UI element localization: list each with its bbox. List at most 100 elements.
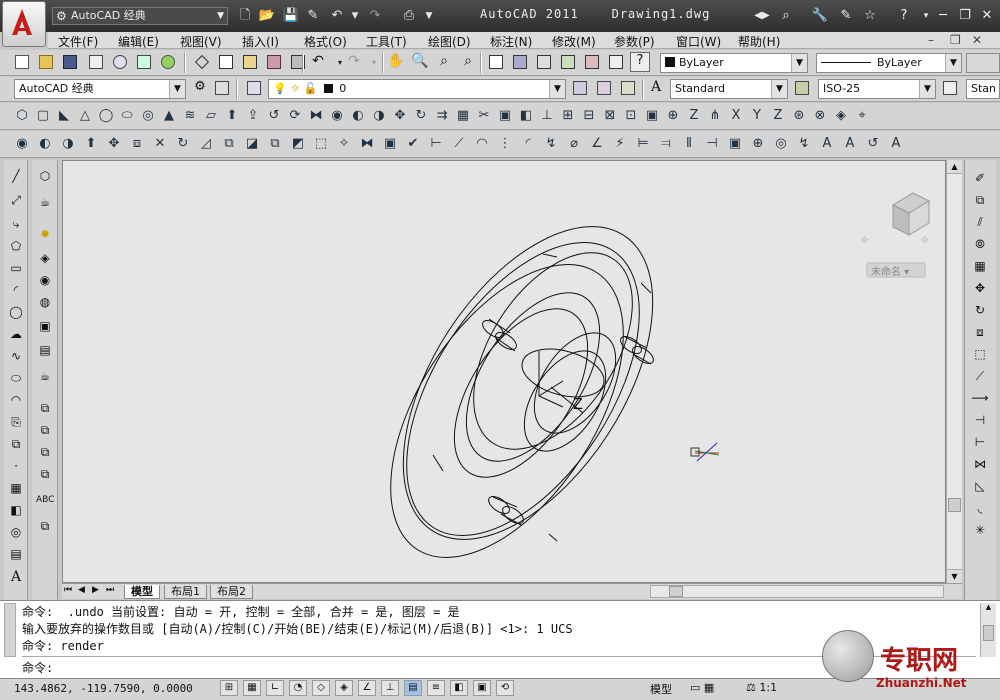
redo-toolbar-icon[interactable]: ↷ (344, 52, 364, 72)
break-at-point-icon[interactable]: ⊣ (970, 412, 990, 432)
materials-icon[interactable]: ◈ (35, 250, 55, 270)
object-snap-tracking-icon[interactable]: ∠ (358, 680, 376, 696)
undo-dropdown-icon[interactable]: ▾ (346, 7, 364, 25)
selection-cycling-icon[interactable]: ⟲ (496, 680, 514, 696)
rectangle-icon[interactable]: ▭ (6, 260, 26, 280)
dim-style-edit-icon[interactable]: A (886, 134, 906, 154)
application-menu-button[interactable]: ▾ (2, 1, 46, 47)
horizontal-scroll-thumb[interactable] (669, 586, 683, 597)
dynamic-input-icon[interactable]: ▤ (404, 680, 422, 696)
fillet-icon[interactable]: ◟ (970, 500, 990, 520)
erase-icon[interactable]: ✐ (970, 170, 990, 190)
quickcalc-icon[interactable] (606, 52, 626, 72)
minimize-button[interactable]: ─ (932, 6, 954, 26)
open-icon[interactable]: 📂 (258, 7, 276, 25)
command-window-grip[interactable] (4, 603, 16, 657)
move-icon[interactable]: ✥ (970, 280, 990, 300)
linear-dim-icon[interactable]: ⊢ (426, 134, 446, 154)
quick-dim-icon[interactable]: ⚡ (610, 134, 630, 154)
mirror-icon[interactable]: ⫽ (970, 214, 990, 234)
copy-icon[interactable] (216, 52, 236, 72)
menu-window[interactable]: 窗口(W) (676, 33, 721, 50)
color-faces-icon[interactable]: ◪ (242, 134, 262, 154)
coordinate-readout[interactable]: 143.4862, -119.7590, 0.0000 (14, 682, 193, 695)
ucs-previous-icon[interactable]: ⊟ (579, 106, 599, 126)
cylinder-icon[interactable]: ⬭ (117, 106, 137, 126)
render-window-icon[interactable]: ▤ (35, 342, 55, 362)
extrude-faces-icon[interactable]: ⬆ (81, 134, 101, 154)
cut-icon[interactable] (192, 52, 212, 72)
command-prompt[interactable]: 命令: (22, 659, 53, 676)
polygon-icon[interactable]: ⬠ (6, 238, 26, 258)
table-style-control[interactable]: Stan (966, 79, 1000, 99)
line-icon[interactable]: ╱ (6, 168, 26, 188)
undo-icon[interactable]: ↶ (328, 7, 346, 25)
tool-palettes-icon[interactable] (534, 52, 554, 72)
communication-center-icon[interactable]: ✎ (836, 7, 856, 25)
navigate-icon[interactable]: ⌖ (852, 106, 872, 126)
3d-array-icon[interactable]: ▦ (453, 106, 473, 126)
wrench-icon[interactable]: 🔧 (810, 7, 830, 25)
text-style-control[interactable]: Standard ▼ (670, 79, 788, 99)
lineweight-control[interactable] (966, 53, 1000, 73)
dynamic-ucs-icon[interactable]: ⊥ (381, 680, 399, 696)
insert-block-icon[interactable]: ⎘ (6, 414, 26, 434)
scale-icon[interactable]: ⧈ (970, 324, 990, 344)
center-mark-icon[interactable]: ⊕ (748, 134, 768, 154)
scroll-up-icon[interactable]: ▲ (981, 603, 996, 611)
move-faces-icon[interactable]: ✥ (104, 134, 124, 154)
spline-icon[interactable]: ∿ (6, 348, 26, 368)
zoom-previous-icon[interactable]: ⌕ (458, 52, 478, 72)
union-icon[interactable]: ◉ (327, 106, 347, 126)
flatshot-icon[interactable]: ◧ (516, 106, 536, 126)
lineweight-icon[interactable]: ≡ (427, 680, 445, 696)
zoom-realtime-icon[interactable]: 🔍 (410, 52, 430, 72)
radius-icon[interactable]: ◜ (518, 134, 538, 154)
slice-icon[interactable]: ✂ (474, 106, 494, 126)
dim-update-icon[interactable]: ↺ (863, 134, 883, 154)
rotate-icon[interactable]: ↻ (970, 302, 990, 322)
section-icon[interactable]: ▣ (495, 106, 515, 126)
3d-move-icon[interactable]: ✥ (390, 106, 410, 126)
arc-length-icon[interactable]: ◠ (472, 134, 492, 154)
restore-button[interactable]: ❐ (954, 6, 976, 26)
field-icon[interactable]: ⧉ (35, 518, 55, 538)
tolerance-icon[interactable]: ▣ (725, 134, 745, 154)
grid-display-icon[interactable]: ▦ (243, 680, 261, 696)
markup-set-icon[interactable] (582, 52, 602, 72)
hatch-icon[interactable]: ▦ (6, 480, 26, 500)
annotation-scale[interactable]: ⚖ 1:1 (746, 681, 777, 694)
map-icon[interactable]: ◍ (35, 294, 55, 314)
revolve-icon[interactable]: ⟳ (285, 106, 305, 126)
multiline-text-icon[interactable]: A (6, 568, 26, 588)
dim-style-icon[interactable] (792, 78, 812, 98)
ucs-3point-icon[interactable]: ⋔ (705, 106, 725, 126)
command-scrollbar[interactable]: ▲ (980, 603, 996, 657)
intersect-op-icon[interactable]: ◑ (58, 134, 78, 154)
color-edges-icon[interactable]: ◩ (288, 134, 308, 154)
publish-icon[interactable] (134, 52, 154, 72)
make-object-layer-current-icon[interactable] (570, 78, 590, 98)
tab-layout1[interactable]: 布局1 (164, 585, 207, 599)
planar-surface-icon[interactable]: ▱ (201, 106, 221, 126)
copy-object-icon[interactable]: ⧉ (970, 192, 990, 212)
3d-dwf-icon[interactable] (158, 52, 178, 72)
doc-close-button[interactable]: ✕ (972, 33, 982, 47)
tab-layout2[interactable]: 布局2 (210, 585, 253, 599)
extend-icon[interactable]: ⟶ (970, 390, 990, 410)
dim-edit-icon[interactable]: A (817, 134, 837, 154)
chamfer-icon[interactable]: ◺ (970, 478, 990, 498)
menu-format[interactable]: 格式(O) (304, 33, 347, 50)
make-block-icon[interactable]: ⧉ (6, 436, 26, 456)
scroll-up-icon[interactable]: ▲ (947, 160, 962, 174)
ucs-object-icon[interactable]: ⊡ (621, 106, 641, 126)
tab-first-icon[interactable]: ⏮ (64, 585, 72, 595)
offset-icon[interactable]: ⦾ (970, 236, 990, 256)
tab-model[interactable]: 模型 (124, 585, 160, 599)
ellipse-icon[interactable]: ⬭ (6, 370, 26, 390)
layout-viewport-icon[interactable]: ⧉ (35, 400, 55, 420)
menu-view[interactable]: 视图(V) (180, 33, 222, 50)
baseline-icon[interactable]: ⊨ (633, 134, 653, 154)
check-icon[interactable]: ✔ (403, 134, 423, 154)
render-environment-icon[interactable]: ◉ (35, 272, 55, 292)
